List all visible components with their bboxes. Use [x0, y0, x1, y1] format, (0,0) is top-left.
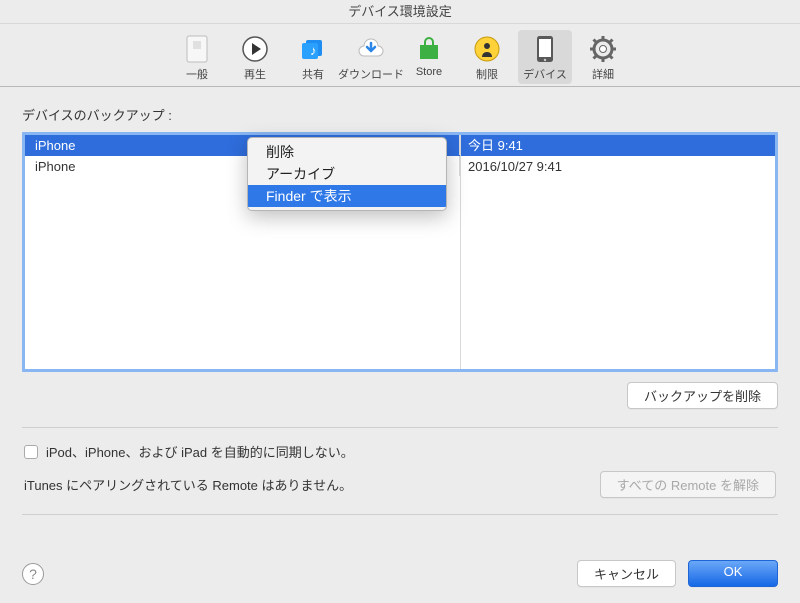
separator	[22, 427, 778, 428]
gear-icon	[588, 34, 618, 64]
backup-date-cell: 2016/10/27 9:41	[460, 156, 775, 176]
backup-section-label: デバイスのバックアップ :	[22, 105, 778, 124]
device-icon	[530, 34, 560, 64]
restrictions-icon	[472, 34, 502, 64]
footer: ? キャンセル OK	[0, 546, 800, 603]
content-area: デバイスのバックアップ : iPhone 今日 9:41 iPhone 2016…	[0, 87, 800, 546]
context-menu-archive[interactable]: アーカイブ	[248, 163, 446, 185]
context-menu-delete[interactable]: 削除	[248, 141, 446, 163]
remote-status-text: iTunes にペアリングされている Remote はありません。	[24, 475, 352, 494]
sharing-icon: ♪	[298, 34, 328, 64]
preferences-window: デバイス環境設定 一般 再生 ♪ 共有 ダウンロード	[0, 0, 800, 603]
options-section: iPod、iPhone、および iPad を自動的に同期しない。 iTunes …	[22, 442, 778, 498]
tab-sharing[interactable]: ♪ 共有	[286, 30, 340, 84]
tab-restrictions[interactable]: 制限	[460, 30, 514, 84]
tab-devices[interactable]: デバイス	[518, 30, 572, 84]
context-menu: 削除 アーカイブ Finder で表示	[247, 137, 447, 211]
preferences-toolbar: 一般 再生 ♪ 共有 ダウンロード Store	[0, 24, 800, 87]
download-icon	[356, 34, 386, 64]
store-icon	[414, 34, 444, 64]
column-divider	[460, 135, 461, 369]
tab-playback[interactable]: 再生	[228, 30, 282, 84]
remove-all-remotes-button: すべての Remote を解除	[600, 471, 776, 498]
backup-table[interactable]: iPhone 今日 9:41 iPhone 2016/10/27 9:41 削除…	[22, 132, 778, 372]
help-button[interactable]: ?	[22, 563, 44, 585]
ok-button[interactable]: OK	[688, 560, 778, 587]
tab-advanced[interactable]: 詳細	[576, 30, 630, 84]
separator	[22, 514, 778, 515]
tab-downloads[interactable]: ダウンロード	[344, 30, 398, 84]
general-icon	[182, 34, 212, 64]
window-title: デバイス環境設定	[0, 0, 800, 24]
context-menu-show-in-finder[interactable]: Finder で表示	[248, 185, 446, 207]
backup-date-cell: 今日 9:41	[460, 135, 775, 155]
tab-store[interactable]: Store	[402, 30, 456, 84]
tab-general[interactable]: 一般	[170, 30, 224, 84]
svg-text:♪: ♪	[310, 43, 317, 58]
delete-backup-button[interactable]: バックアップを削除	[627, 382, 778, 409]
cancel-button[interactable]: キャンセル	[577, 560, 676, 587]
play-icon	[240, 34, 270, 64]
auto-sync-checkbox[interactable]	[24, 445, 38, 459]
auto-sync-label: iPod、iPhone、および iPad を自動的に同期しない。	[46, 442, 354, 461]
